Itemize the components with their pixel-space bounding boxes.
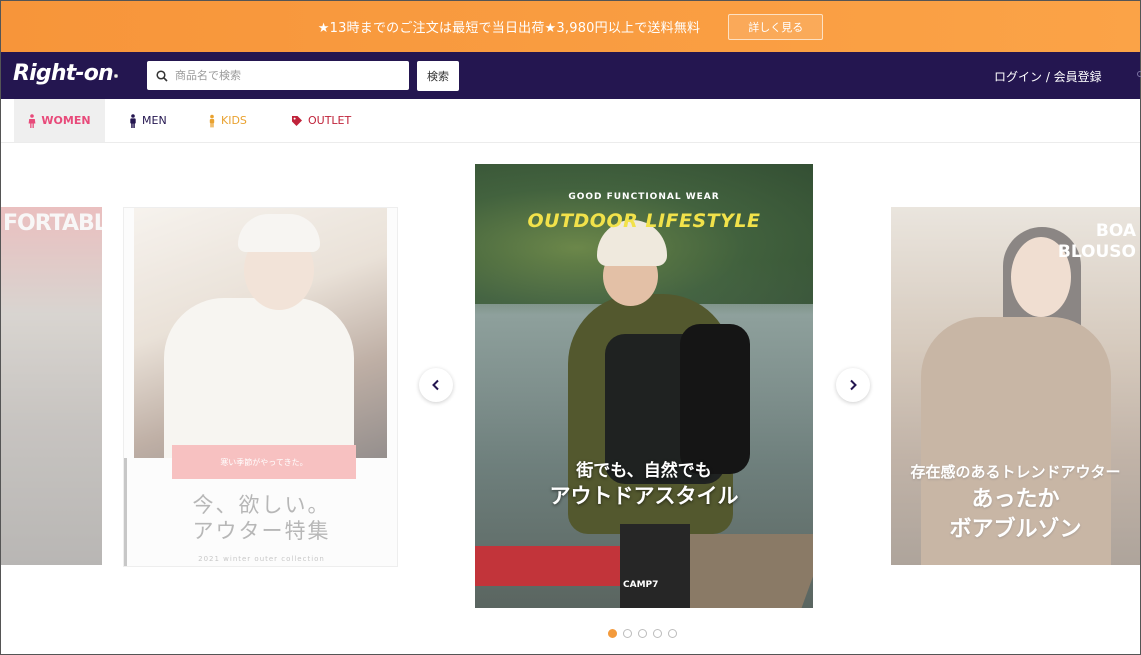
slide-en-text: BOA BLOUSO <box>1058 221 1136 263</box>
search-box <box>147 61 409 90</box>
chevron-right-icon <box>850 379 857 391</box>
search-input[interactable] <box>175 69 395 82</box>
slide-photo <box>134 208 387 458</box>
carousel-slide-boa-blouson[interactable]: BOA BLOUSO 存在感のあるトレンドアウター あったか ボアブルゾン <box>891 207 1140 565</box>
kid-icon <box>209 114 215 127</box>
slide-en-line1: BOA <box>1095 221 1136 241</box>
category-women[interactable]: WOMEN <box>14 99 105 142</box>
carousel-slide-outer-feature[interactable]: 寒い季節がやってきた。 今、欲しい。 アウター特集 2021 winter ou… <box>123 207 398 567</box>
slide-edge-text: FORTABLE <box>3 211 102 236</box>
category-women-label: WOMEN <box>41 114 91 127</box>
logo-text: Right-on <box>13 61 114 86</box>
carousel-slide-previous-edge[interactable]: FORTABLE <box>1 207 102 565</box>
slide-title-line2: アウター特集 <box>192 519 331 543</box>
category-kids[interactable]: KIDS <box>208 99 247 142</box>
hero-carousel: FORTABLE 寒い季節がやってきた。 今、欲しい。 アウター特集 2021 … <box>1 144 1140 655</box>
slide-copy-line2: アウトドアスタイル <box>549 484 739 508</box>
carousel-dot-5[interactable] <box>668 629 677 638</box>
slide-en-line2: BLOUSO <box>1057 242 1136 262</box>
site-logo[interactable]: Right-on <box>13 61 118 86</box>
carousel-dot-2[interactable] <box>623 629 632 638</box>
photo-head <box>244 230 314 310</box>
slide-copy-lines: あったか ボアブルゾン <box>891 485 1140 545</box>
slide-copy-line3: ボアブルゾン <box>949 517 1082 542</box>
photo-coat <box>921 317 1111 565</box>
woman-icon <box>29 113 36 128</box>
header-edge-icon[interactable] <box>1137 71 1141 77</box>
login-link[interactable]: ログイン / 会員登録 <box>994 68 1102 85</box>
tag-icon <box>292 115 302 126</box>
photo-head <box>1011 237 1071 317</box>
carousel-next-button[interactable] <box>836 368 870 402</box>
carousel-dots <box>608 629 677 638</box>
slide-subtitle: 2021 winter outer collection <box>198 555 325 563</box>
carousel-slide-outdoor-lifestyle[interactable]: GOOD FUNCTIONAL WEAR OUTDOOR LIFESTYLE 街… <box>475 164 813 608</box>
slide-title-line1: 今、欲しい。 <box>192 493 331 517</box>
search-icon <box>156 69 168 82</box>
photo-hat <box>238 214 320 252</box>
slide-tagline: GOOD FUNCTIONAL WEAR <box>568 192 720 202</box>
slide-copy-line2: あったか <box>971 487 1060 512</box>
slide-copy-line1: 街でも、自然でも <box>576 461 712 481</box>
photo-hair <box>1003 227 1081 347</box>
category-outlet[interactable]: OUTLET <box>291 99 351 142</box>
search-button[interactable]: 検索 <box>417 61 459 91</box>
carousel-dot-1[interactable] <box>608 629 617 638</box>
slide-headline: OUTDOOR LIFESTYLE <box>527 210 761 232</box>
slide-copy-line1: 存在感のあるトレンドアウター <box>910 463 1121 481</box>
chevron-left-icon <box>432 379 439 391</box>
carousel-dot-4[interactable] <box>653 629 662 638</box>
slide-title: 今、欲しい。 アウター特集 <box>124 492 397 544</box>
man-icon <box>130 113 136 128</box>
category-men-label: MEN <box>142 114 167 127</box>
photo-coat <box>164 298 354 458</box>
slide-side-bar <box>124 458 127 566</box>
announcement-bar: ★13時までのご注文は最短で当日出荷★3,980円以上で送料無料 詳しく見る <box>1 1 1140 52</box>
details-button[interactable]: 詳しく見る <box>728 13 824 40</box>
slide-ribbon: 寒い季節がやってきた。 <box>172 445 356 479</box>
announcement-text: ★13時までのご注文は最短で当日出荷★3,980円以上で送料無料 <box>317 21 701 36</box>
category-nav: WOMEN MEN KIDS OUTLET <box>1 99 1140 143</box>
carousel-prev-button[interactable] <box>419 368 453 402</box>
category-kids-label: KIDS <box>221 114 247 127</box>
site-header: Right-on 検索 ログイン / 会員登録 <box>1 52 1141 99</box>
photo-backpack <box>680 324 750 474</box>
logo-dot <box>113 74 118 78</box>
carousel-dot-3[interactable] <box>638 629 647 638</box>
category-outlet-label: OUTLET <box>308 114 352 127</box>
photo-legs <box>620 524 690 608</box>
category-men[interactable]: MEN <box>129 99 167 142</box>
slide-brand: CAMP7 <box>623 580 659 590</box>
